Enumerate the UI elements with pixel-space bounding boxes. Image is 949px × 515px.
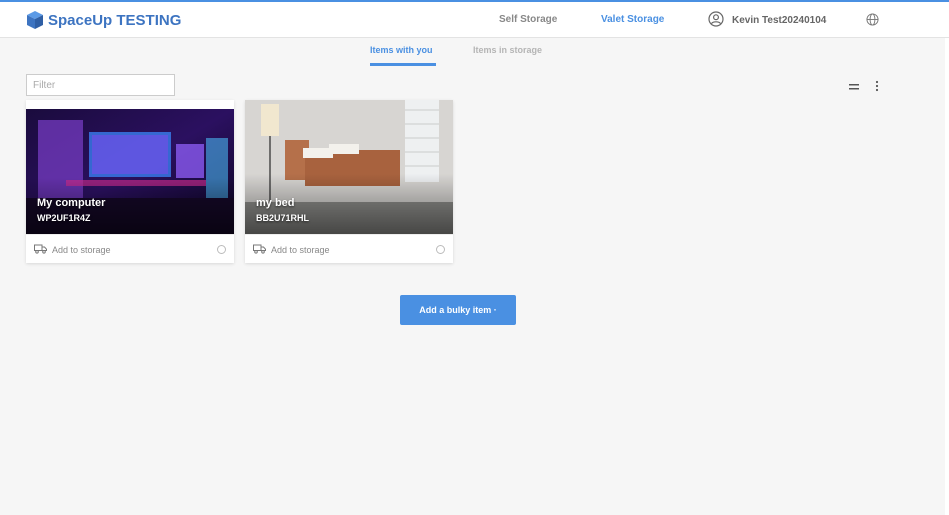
app-logo[interactable]: SpaceUp TESTING — [26, 10, 181, 30]
cube-icon — [27, 11, 43, 29]
item-code: WP2UF1R4Z — [37, 213, 91, 223]
item-photo[interactable]: my bed BB2U71RHL — [245, 100, 453, 234]
item-card[interactable]: my bed BB2U71RHL Add to storage — [245, 100, 453, 263]
truck-icon — [253, 244, 266, 254]
item-card[interactable]: My computer WP2UF1R4Z Add to storage — [26, 100, 234, 263]
item-name: my bed — [256, 197, 295, 209]
list-view-icon[interactable] — [849, 84, 859, 90]
item-name: My computer — [37, 197, 106, 209]
nav-self-storage[interactable]: Self Storage — [499, 14, 557, 25]
user-name: Kevin Test20240104 — [732, 15, 827, 26]
item-code: BB2U71RHL — [256, 213, 310, 223]
truck-icon — [34, 244, 47, 254]
nav-valet-storage[interactable]: Valet Storage — [601, 14, 664, 25]
app-title: SpaceUp TESTING — [48, 11, 182, 29]
add-bulky-item-button[interactable]: Add a bulky item · — [400, 295, 516, 325]
item-card-footer: Add to storage — [26, 234, 234, 263]
top-navigation-bar: SpaceUp TESTING Self Storage Valet Stora… — [0, 0, 949, 38]
add-to-storage-link[interactable]: Add to storage — [271, 245, 330, 255]
window-edge — [945, 38, 949, 515]
user-circle-icon — [708, 11, 724, 27]
item-select-radio[interactable] — [217, 245, 226, 254]
add-to-storage-link[interactable]: Add to storage — [52, 245, 111, 255]
tab-items-in-storage[interactable]: Items in storage — [473, 45, 542, 63]
item-select-radio[interactable] — [436, 245, 445, 254]
filter-input[interactable] — [26, 74, 175, 96]
item-card-footer: Add to storage — [245, 234, 453, 263]
globe-icon[interactable] — [866, 13, 879, 26]
item-photo[interactable]: My computer WP2UF1R4Z — [26, 100, 234, 234]
tab-items-with-you[interactable]: Items with you — [370, 45, 436, 66]
user-menu[interactable]: Kevin Test20240104 — [708, 11, 826, 27]
more-vertical-icon[interactable] — [874, 80, 880, 92]
